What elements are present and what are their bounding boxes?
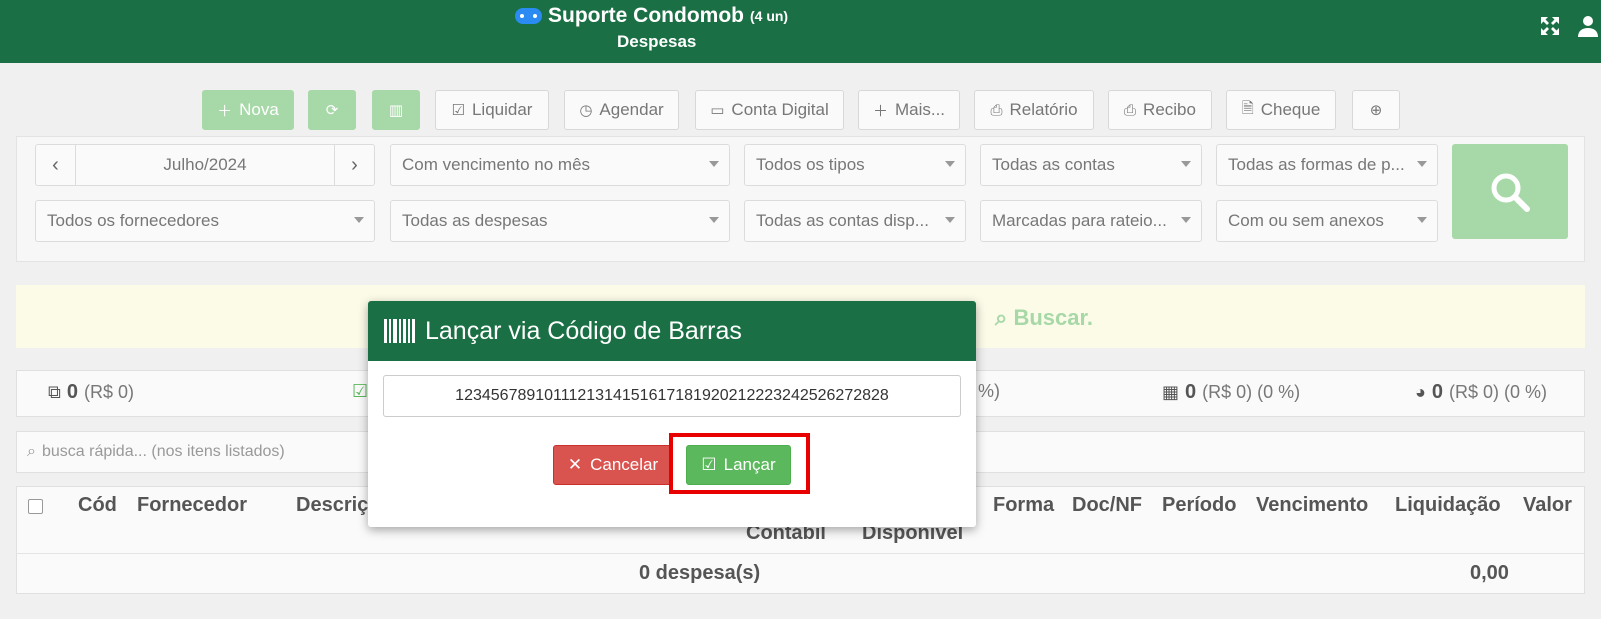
modal-header: Lançar via Código de Barras [368,301,976,361]
close-icon: ✕ [567,455,583,474]
modal-title: Lançar via Código de Barras [425,316,742,345]
cancel-label: Cancelar [590,455,659,474]
highlight-box [669,433,810,494]
cancel-button[interactable]: ✕ Cancelar [553,445,673,485]
barcode-icon [384,319,415,343]
modal-overlay: Lançar via Código de Barras ✕ Cancelar ☑… [0,0,1601,619]
barcode-input[interactable] [383,375,961,417]
